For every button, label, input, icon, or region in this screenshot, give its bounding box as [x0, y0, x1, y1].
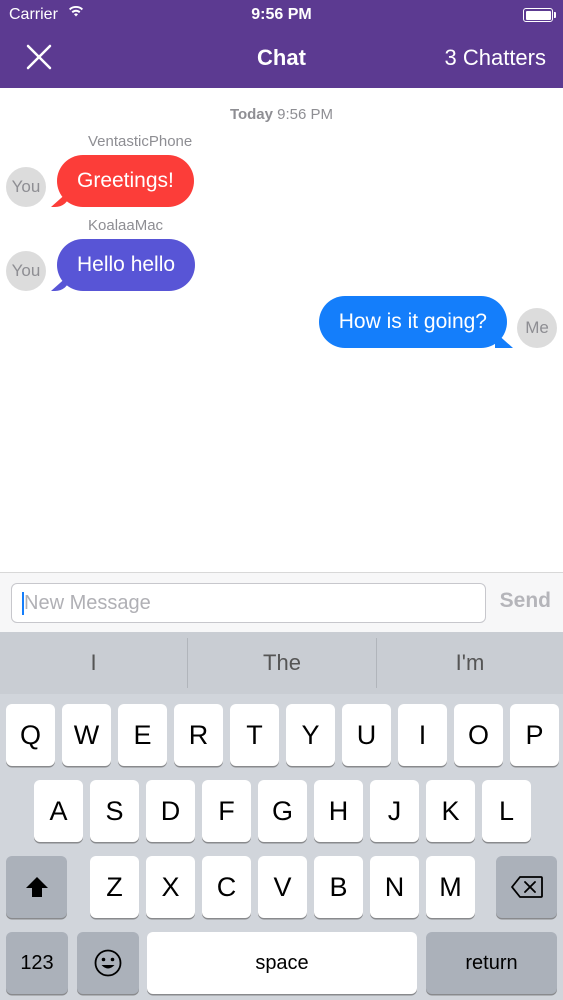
- suggestion-item[interactable]: The: [188, 632, 376, 694]
- numbers-key[interactable]: 123: [6, 932, 68, 994]
- nav-bar: Chat 3 Chatters: [0, 30, 563, 88]
- key-l[interactable]: L: [482, 780, 531, 842]
- key-p[interactable]: P: [510, 704, 559, 766]
- message-sender: KoalaaMac: [88, 217, 164, 234]
- key-t[interactable]: T: [230, 704, 279, 766]
- send-button[interactable]: Send: [500, 589, 551, 613]
- emoji-icon: [94, 949, 122, 977]
- key-n[interactable]: N: [370, 856, 419, 918]
- date-day: Today: [229, 106, 273, 123]
- battery-icon: [523, 8, 556, 22]
- new-message-input[interactable]: [11, 583, 486, 623]
- key-b[interactable]: B: [314, 856, 363, 918]
- key-o[interactable]: O: [454, 704, 503, 766]
- emoji-key[interactable]: [77, 932, 139, 994]
- shift-icon: [25, 877, 48, 897]
- key-a[interactable]: A: [34, 780, 83, 842]
- message-bubble[interactable]: Hello hello: [57, 239, 196, 291]
- key-k[interactable]: K: [426, 780, 475, 842]
- key-r[interactable]: R: [174, 704, 223, 766]
- status-time: 9:56 PM: [251, 6, 312, 23]
- key-x[interactable]: X: [146, 856, 195, 918]
- avatar: Me: [517, 308, 557, 348]
- suggestion-item[interactable]: I'm: [377, 632, 563, 694]
- top-bar: Carrier 9:56 PM Chat 3 Chatters: [0, 0, 563, 88]
- chat-area[interactable]: Today 9:56 PM VentasticPhone You Greetin…: [0, 88, 563, 572]
- return-key[interactable]: return: [426, 932, 557, 994]
- message-sender: VentasticPhone: [88, 133, 193, 150]
- key-z[interactable]: Z: [90, 856, 139, 918]
- shift-key[interactable]: [6, 856, 67, 918]
- key-h[interactable]: H: [314, 780, 363, 842]
- key-g[interactable]: G: [258, 780, 307, 842]
- key-y[interactable]: Y: [286, 704, 335, 766]
- suggestion-item[interactable]: I: [0, 632, 187, 694]
- date-time: 9:56 PM: [277, 106, 334, 123]
- suggestion-bar: I The I'm: [0, 632, 563, 694]
- avatar: You: [6, 251, 46, 291]
- key-e[interactable]: E: [118, 704, 167, 766]
- avatar: You: [6, 167, 46, 207]
- key-d[interactable]: D: [146, 780, 195, 842]
- key-v[interactable]: V: [258, 856, 307, 918]
- backspace-key[interactable]: [496, 856, 557, 918]
- key-c[interactable]: C: [202, 856, 251, 918]
- key-u[interactable]: U: [342, 704, 391, 766]
- key-j[interactable]: J: [370, 780, 419, 842]
- backspace-icon: [510, 876, 543, 898]
- status-bar: Carrier 9:56 PM: [0, 0, 563, 30]
- message-input-bar: Send: [0, 572, 563, 632]
- key-m[interactable]: M: [426, 856, 475, 918]
- key-i[interactable]: I: [398, 704, 447, 766]
- text-caret: [22, 592, 24, 615]
- key-f[interactable]: F: [202, 780, 251, 842]
- key-w[interactable]: W: [62, 704, 111, 766]
- message-bubble[interactable]: Greetings!: [57, 155, 194, 207]
- chatters-count-button[interactable]: 3 Chatters: [445, 45, 547, 71]
- key-s[interactable]: S: [90, 780, 139, 842]
- date-label: Today 9:56 PM: [0, 106, 563, 123]
- space-key[interactable]: space: [147, 932, 417, 994]
- keyboard: I The I'm Q W E R T Y U I O P A S D F G …: [0, 632, 563, 1000]
- message-bubble[interactable]: How is it going?: [318, 296, 507, 348]
- key-q[interactable]: Q: [6, 704, 55, 766]
